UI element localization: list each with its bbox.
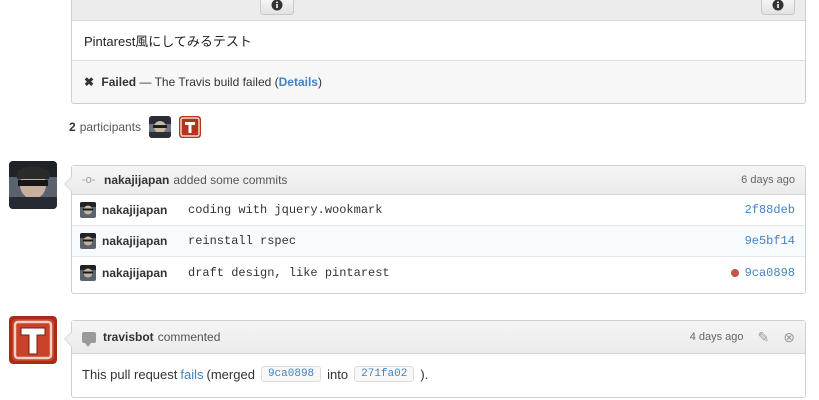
commit-row: nakajijapan reinstall rspec 9e5bf14 bbox=[72, 226, 805, 257]
comment-body-into: into bbox=[327, 366, 349, 382]
commit-message[interactable]: reinstall rspec bbox=[188, 234, 296, 248]
info-icon bbox=[772, 0, 784, 11]
comment-author[interactable]: travisbot bbox=[103, 330, 154, 344]
participants-count: 2 bbox=[69, 120, 76, 134]
comment-body-mid: (merged bbox=[206, 366, 255, 382]
commit-author[interactable]: nakajijapan bbox=[102, 234, 188, 248]
avatar-nakajijapan[interactable] bbox=[9, 161, 57, 209]
avatar-travisbot-small[interactable] bbox=[179, 116, 202, 138]
commit-author[interactable]: nakajijapan bbox=[102, 266, 188, 280]
pull-request-box-header bbox=[72, 0, 805, 21]
commit-sha[interactable]: 9ca0898 bbox=[730, 266, 795, 280]
comment-icon bbox=[82, 331, 96, 347]
avatar-travisbot[interactable] bbox=[9, 316, 57, 364]
x-icon: ✖ bbox=[84, 75, 95, 89]
commit-sha-text[interactable]: 2f88deb bbox=[745, 203, 795, 217]
commit-message[interactable]: coding with jquery.wookmark bbox=[188, 203, 382, 217]
comment-body-end: ). bbox=[420, 366, 429, 382]
commit-sha[interactable]: 9e5bf14 bbox=[745, 234, 795, 248]
fails-link[interactable]: fails bbox=[180, 367, 203, 382]
build-status-label: Failed bbox=[101, 75, 137, 89]
details-link[interactable]: Details bbox=[279, 75, 318, 89]
avatar-mini bbox=[80, 233, 96, 249]
commit-sha-text[interactable]: 9ca0898 bbox=[745, 266, 795, 280]
merged-sha-from[interactable]: 9ca0898 bbox=[260, 366, 322, 382]
commit-icon: -o- bbox=[82, 174, 96, 186]
merged-sha-to[interactable]: 271fa02 bbox=[354, 366, 415, 382]
build-failed-dot-icon bbox=[730, 268, 739, 277]
build-status-sep: — bbox=[139, 75, 152, 89]
participants: 2 participants bbox=[69, 116, 202, 138]
participants-label: participants bbox=[79, 120, 142, 134]
avatar-mini bbox=[80, 264, 96, 281]
avatar-mini bbox=[80, 202, 96, 218]
pull-request-description: Pintarest風にしてみるテスト bbox=[72, 21, 805, 61]
commit-row: nakajijapan draft design, like pintarest… bbox=[72, 257, 805, 288]
comment-action: commented bbox=[157, 330, 221, 344]
build-status-close: ) bbox=[317, 75, 322, 89]
pull-request-box: Pintarest風にしてみるテスト ✖ Failed — The Travis… bbox=[71, 0, 806, 104]
delete-icon[interactable]: ⊗ bbox=[783, 329, 795, 346]
commit-list: nakajijapan coding with jquery.wookmark … bbox=[72, 195, 805, 288]
comment-event: travisbot commented 4 days ago ✎ ⊗ This … bbox=[64, 320, 806, 398]
commits-event-time[interactable]: 6 days ago bbox=[741, 174, 795, 186]
commit-sha-text[interactable]: 9e5bf14 bbox=[745, 234, 795, 248]
commit-message[interactable]: draft design, like pintarest bbox=[188, 266, 390, 280]
commits-event-header: -o- nakajijapan added some commits 6 day… bbox=[72, 166, 805, 195]
comment-body: This pull request fails (merged 9ca0898 … bbox=[72, 354, 805, 394]
comment-body-prefix: This pull request bbox=[82, 366, 178, 382]
commit-row: nakajijapan coding with jquery.wookmark … bbox=[72, 195, 805, 226]
avatar-nakajijapan-small[interactable] bbox=[149, 116, 172, 138]
comment-time[interactable]: 4 days ago bbox=[690, 331, 744, 343]
commit-author[interactable]: nakajijapan bbox=[102, 203, 188, 217]
build-status-text: The Travis build failed ( bbox=[154, 75, 279, 89]
commit-sha[interactable]: 2f88deb bbox=[745, 203, 795, 217]
commits-event-author[interactable]: nakajijapan bbox=[104, 173, 169, 187]
commits-event-action: added some commits bbox=[173, 173, 288, 187]
comment-event-header: travisbot commented 4 days ago ✎ ⊗ bbox=[72, 321, 805, 354]
pencil-icon[interactable]: ✎ bbox=[758, 329, 770, 346]
build-status: ✖ Failed — The Travis build failed (Deta… bbox=[72, 61, 805, 105]
info-button-left[interactable] bbox=[260, 0, 294, 15]
info-button-right[interactable] bbox=[761, 0, 795, 15]
commits-event: -o- nakajijapan added some commits 6 day… bbox=[64, 165, 806, 294]
info-icon bbox=[271, 0, 283, 11]
